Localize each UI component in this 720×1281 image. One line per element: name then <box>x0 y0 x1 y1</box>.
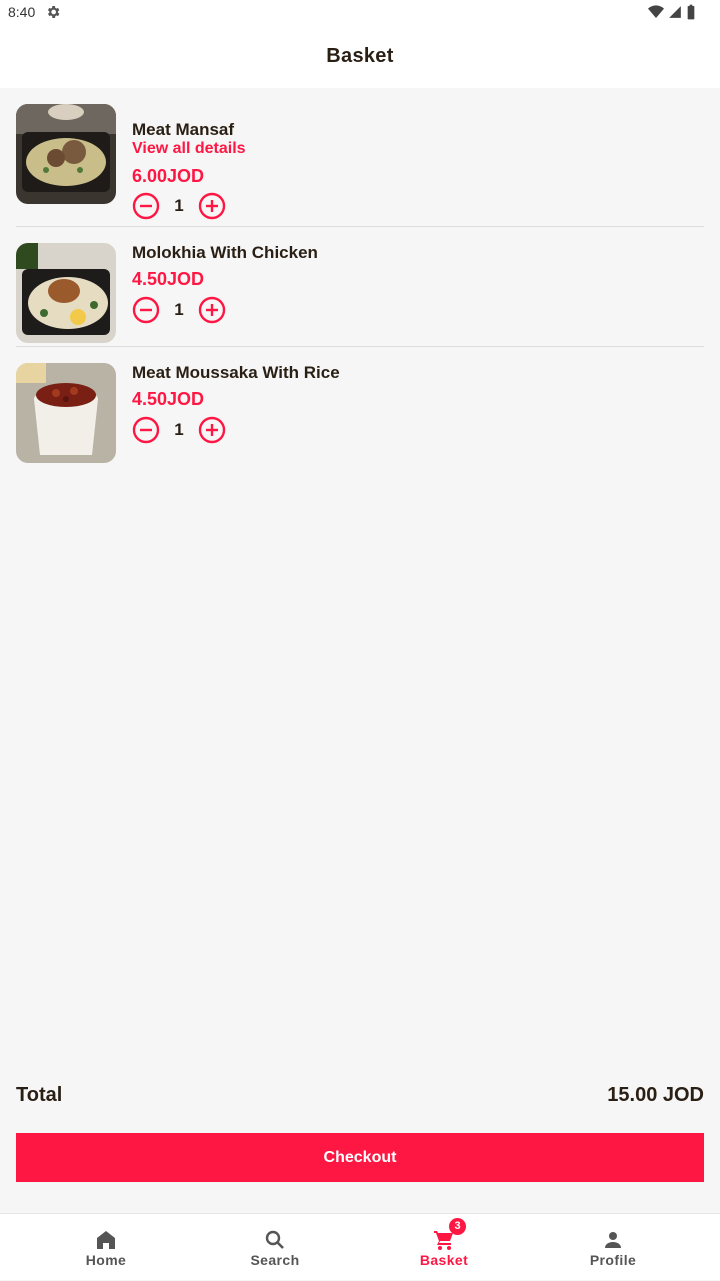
decrease-quantity-button[interactable] <box>132 296 160 324</box>
search-icon <box>265 1230 284 1249</box>
app-header: Basket <box>0 24 720 88</box>
nav-label: Basket <box>419 1252 469 1268</box>
decrease-quantity-button[interactable] <box>132 416 160 444</box>
quantity-value: 1 <box>174 420 184 439</box>
quantity-value: 1 <box>174 300 184 319</box>
food-image-mansaf <box>16 104 116 204</box>
nav-label: Home <box>85 1252 127 1268</box>
minus-circle-icon <box>132 296 160 324</box>
status-bar: 8:40 <box>0 0 720 24</box>
status-indicators <box>648 4 696 20</box>
minus-circle-icon <box>132 192 160 220</box>
bottom-nav: Home Search 3 Basket Profile <box>0 1213 720 1280</box>
nav-item-home[interactable]: Home <box>21 1214 191 1281</box>
nav-item-search[interactable]: Search <box>190 1214 360 1281</box>
item-name: Molokhia With Chicken <box>132 243 318 262</box>
quantity-stepper: 1 <box>132 192 232 220</box>
basket-count-badge: 3 <box>449 1218 466 1235</box>
basket-item[interactable]: Meat Moussaka With Rice 4.50JOD 1 <box>16 363 704 463</box>
plus-circle-icon <box>198 296 226 324</box>
item-price: 6.00JOD <box>132 166 205 186</box>
checkout-button[interactable]: Checkout <box>16 1133 704 1182</box>
settings-gear-icon <box>45 4 61 25</box>
quantity-stepper: 1 <box>132 416 232 444</box>
item-name: Meat Mansaf <box>132 120 235 139</box>
battery-icon <box>687 4 695 20</box>
home-icon <box>97 1231 115 1249</box>
nav-item-profile[interactable]: Profile <box>528 1214 698 1281</box>
item-name: Meat Moussaka With Rice <box>132 363 340 382</box>
decrease-quantity-button[interactable] <box>132 192 160 220</box>
quantity-value: 1 <box>174 196 184 215</box>
nav-label: Search <box>250 1252 300 1268</box>
status-time: 8:40 <box>8 4 36 20</box>
nav-label: Profile <box>589 1252 637 1268</box>
divider <box>16 346 704 347</box>
total-value: 15.00 JOD <box>607 1084 704 1106</box>
total-row: Total 15.00 JOD <box>16 1084 704 1112</box>
increase-quantity-button[interactable] <box>198 416 226 444</box>
item-price: 4.50JOD <box>132 269 205 289</box>
signal-icon <box>669 6 681 18</box>
person-icon <box>605 1232 621 1248</box>
minus-circle-icon <box>132 416 160 444</box>
basket-item[interactable]: Meat Mansaf View all details 6.00JOD 1 <box>16 104 704 220</box>
divider <box>16 226 704 227</box>
item-price: 4.50JOD <box>132 389 205 409</box>
total-label: Total <box>16 1084 63 1106</box>
nav-item-basket[interactable]: 3 Basket <box>359 1214 529 1281</box>
plus-circle-icon <box>198 192 226 220</box>
view-details-link[interactable]: View all details <box>132 140 246 158</box>
food-image-moussaka <box>16 363 116 463</box>
food-image-molokhia <box>16 243 116 343</box>
page-title: Basket <box>326 44 394 67</box>
wifi-icon <box>648 5 664 18</box>
basket-item[interactable]: Molokhia With Chicken 4.50JOD 1 <box>16 243 704 343</box>
increase-quantity-button[interactable] <box>198 192 226 220</box>
increase-quantity-button[interactable] <box>198 296 226 324</box>
quantity-stepper: 1 <box>132 296 232 324</box>
plus-circle-icon <box>198 416 226 444</box>
